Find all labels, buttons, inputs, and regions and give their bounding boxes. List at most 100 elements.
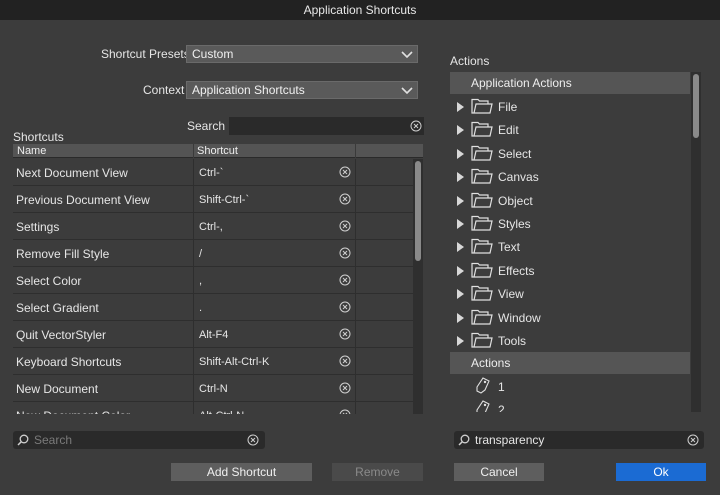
presets-select[interactable]: Custom: [186, 45, 418, 63]
triangle-right-icon[interactable]: [456, 101, 464, 112]
shortcut-name: Settings: [16, 220, 60, 234]
table-row[interactable]: Next Document View Ctrl-`: [13, 159, 413, 186]
clear-shortcut-icon[interactable]: [339, 247, 351, 262]
clear-shortcut-icon[interactable]: [339, 274, 351, 289]
folder-label: Text: [498, 240, 521, 255]
table-row[interactable]: Previous Document View Shift-Ctrl-`: [13, 186, 413, 213]
chevron-down-icon: [401, 87, 413, 95]
clear-filter-icon[interactable]: [247, 434, 259, 446]
shortcut-keys[interactable]: .: [199, 302, 202, 314]
column-header-shortcut[interactable]: Shortcut: [197, 144, 238, 158]
folder-item[interactable]: Styles: [450, 212, 690, 235]
folder-item[interactable]: Edit: [450, 118, 690, 141]
folder-label: Edit: [498, 123, 519, 138]
add-shortcut-button[interactable]: Add Shortcut: [171, 463, 312, 481]
actions-scrollbar[interactable]: [691, 72, 701, 412]
triangle-right-icon[interactable]: [456, 195, 464, 206]
tag-icon: [474, 400, 490, 412]
remove-button[interactable]: Remove: [332, 463, 423, 481]
folder-label: Styles: [498, 217, 531, 231]
triangle-right-icon[interactable]: [456, 312, 464, 323]
search-input[interactable]: [229, 117, 424, 135]
clear-shortcut-icon[interactable]: [339, 301, 351, 316]
table-row[interactable]: Select Gradient.: [13, 294, 413, 321]
table-row[interactable]: Select Color,: [13, 267, 413, 294]
folder-item[interactable]: Select: [450, 142, 690, 165]
triangle-right-icon[interactable]: [456, 241, 464, 253]
actions-filter-input[interactable]: transparency: [454, 431, 704, 449]
shortcut-keys[interactable]: Shift-Ctrl-`: [199, 194, 249, 206]
triangle-right-icon[interactable]: [456, 265, 464, 276]
shortcut-keys[interactable]: Shift-Alt-Ctrl-K: [199, 356, 269, 368]
folder-icon: [471, 145, 493, 162]
actions-group[interactable]: Actions: [450, 352, 690, 374]
folder-label: Object: [498, 193, 533, 208]
action-item[interactable]: 1: [450, 375, 690, 397]
actions-scrollbar-thumb[interactable]: [693, 74, 699, 138]
folder-label: Window: [498, 310, 541, 325]
folder-icon: [471, 238, 493, 255]
triangle-right-icon[interactable]: [456, 218, 464, 229]
triangle-right-icon[interactable]: [456, 148, 464, 159]
table-row[interactable]: New Document Ctrl-N: [13, 375, 413, 402]
folder-item[interactable]: Text: [450, 235, 690, 258]
table-row[interactable]: New Document Color Alt-Ctrl-N: [13, 402, 413, 414]
shortcut-keys[interactable]: Ctrl-`: [199, 167, 223, 179]
folder-item[interactable]: View: [450, 282, 690, 305]
search-label: Search: [187, 119, 226, 133]
clear-shortcut-icon[interactable]: [339, 220, 351, 235]
table-row[interactable]: Remove Fill Style /: [13, 240, 413, 267]
clear-actions-filter-icon[interactable]: [687, 434, 699, 446]
folder-item[interactable]: File: [450, 95, 690, 118]
table-row[interactable]: Quit VectorStyler Alt-F4: [13, 321, 413, 348]
table-row[interactable]: Settings Ctrl-,: [13, 213, 413, 240]
folder-item[interactable]: Object: [450, 189, 690, 212]
shortcuts-filter-input[interactable]: Search: [13, 431, 265, 449]
cancel-button[interactable]: Cancel: [454, 463, 544, 481]
folder-icon: [471, 332, 493, 349]
shortcuts-section-label: Shortcuts: [13, 130, 64, 144]
folder-item[interactable]: Canvas: [450, 165, 690, 188]
actions-tree: Application Actions File Edit Select Canvas…: [450, 72, 702, 412]
shortcut-keys[interactable]: Ctrl-,: [199, 221, 223, 233]
shortcut-keys[interactable]: Ctrl-N: [199, 383, 228, 395]
clear-shortcut-icon[interactable]: [339, 328, 351, 343]
shortcut-keys[interactable]: ,: [199, 275, 202, 287]
folder-label: Select: [498, 146, 532, 161]
folder-icon: [471, 309, 493, 326]
shortcuts-table: Name Shortcut Next Document View Ctrl-` Pr…: [13, 144, 423, 414]
shortcut-keys[interactable]: Alt-Ctrl-N: [199, 410, 244, 414]
ok-button[interactable]: Ok: [616, 463, 706, 481]
table-scrollbar-thumb[interactable]: [415, 161, 421, 261]
tag-icon: [474, 377, 490, 395]
clear-shortcut-icon[interactable]: [339, 166, 351, 181]
clear-search-icon[interactable]: [410, 120, 422, 132]
folder-icon: [471, 215, 493, 232]
action-label: 2: [498, 403, 505, 412]
shortcut-name: Next Document View: [16, 166, 128, 180]
folder-item[interactable]: Window: [450, 306, 690, 329]
table-row[interactable]: Keyboard Shortcuts Shift-Alt-Ctrl-K: [13, 348, 413, 375]
folder-label: Tools: [498, 334, 527, 348]
triangle-right-icon[interactable]: [456, 288, 464, 300]
application-actions-group[interactable]: Application Actions: [450, 72, 690, 94]
shortcut-keys[interactable]: /: [199, 248, 202, 260]
triangle-right-icon[interactable]: [456, 171, 464, 183]
context-select[interactable]: Application Shortcuts: [186, 81, 418, 99]
folder-icon: [471, 192, 493, 209]
table-header: Name Shortcut: [13, 144, 423, 158]
folder-item[interactable]: Effects: [450, 259, 690, 282]
folder-icon: [471, 121, 493, 138]
triangle-right-icon[interactable]: [456, 124, 464, 136]
clear-shortcut-icon[interactable]: [339, 193, 351, 208]
folder-item[interactable]: Tools: [450, 329, 690, 352]
shortcut-keys[interactable]: Alt-F4: [199, 329, 228, 341]
clear-shortcut-icon[interactable]: [339, 355, 351, 370]
clear-shortcut-icon[interactable]: [339, 409, 351, 414]
action-item[interactable]: 2: [450, 398, 690, 412]
folder-label: Effects: [498, 263, 535, 278]
clear-shortcut-icon[interactable]: [339, 382, 351, 397]
table-scrollbar[interactable]: [413, 159, 423, 414]
column-header-name[interactable]: Name: [17, 144, 46, 158]
triangle-right-icon[interactable]: [456, 335, 464, 346]
